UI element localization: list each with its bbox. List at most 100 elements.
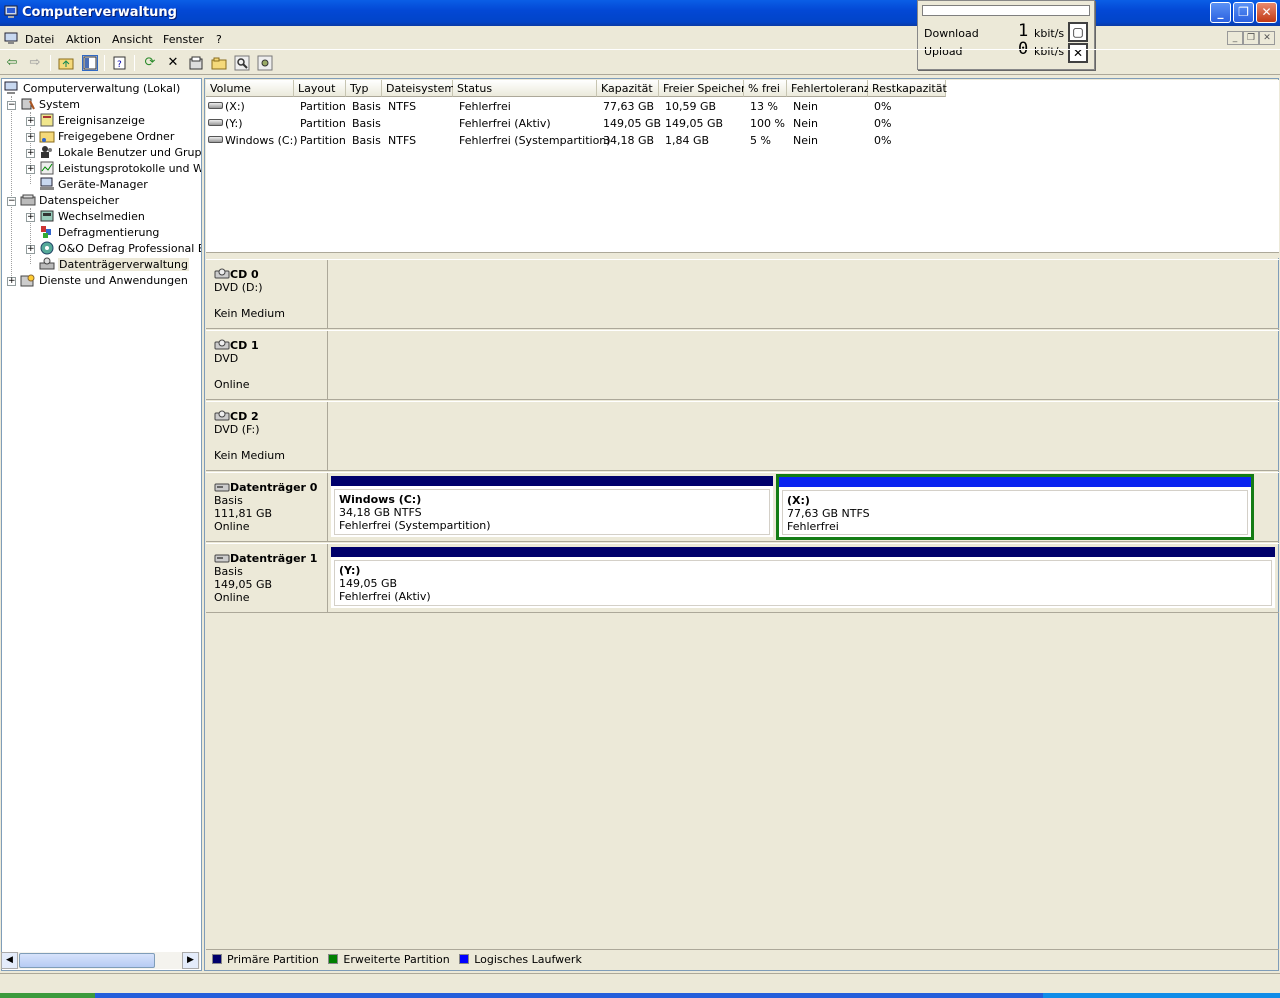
tree-root[interactable]: Computerverwaltung (Lokal)	[4, 81, 180, 97]
partition-block[interactable]: (Y:) 149,05 GB Fehlerfrei (Aktiv)	[331, 547, 1275, 608]
properties-icon[interactable]	[188, 55, 204, 71]
tree-item-system[interactable]: System	[20, 97, 80, 113]
disk-type: DVD (F:)	[214, 423, 260, 436]
tree-item-removable-storage[interactable]: Wechselmedien	[39, 209, 145, 225]
table-cell: 34,18 GB	[603, 134, 655, 147]
table-cell: 0%	[874, 134, 892, 147]
tree-item-event-viewer[interactable]: Ereignisanzeige	[39, 113, 145, 129]
disk-name: CD 0	[230, 268, 259, 281]
expand-toggle[interactable]: +	[26, 245, 35, 254]
disk-label[interactable]: Datenträger 0 Basis 111,81 GB Online	[206, 473, 328, 542]
table-cell: Fehlerfrei	[459, 100, 511, 113]
column-header-layout[interactable]: Layout	[294, 80, 346, 97]
disk-row[interactable]: Datenträger 1 Basis 149,05 GB Online (Y:) 149…	[206, 543, 1279, 613]
collapse-system-toggle[interactable]: −	[7, 101, 16, 110]
back-arrow-icon[interactable]: ⇦	[4, 55, 20, 71]
delete-icon[interactable]: ✕	[165, 55, 181, 71]
column-header-fault-tolerance[interactable]: Fehlertoleranz	[787, 80, 870, 97]
tree-item-label: Ereignisanzeige	[58, 114, 145, 127]
column-header-free-space[interactable]: Freier Speicher	[659, 80, 746, 97]
tree-item-device-manager[interactable]: Geräte-Manager	[39, 177, 148, 193]
expand-toggle[interactable]: +	[26, 133, 35, 142]
maximize-button[interactable]: ❐	[1233, 2, 1254, 23]
expand-toggle[interactable]: +	[26, 149, 35, 158]
menu-datei[interactable]: Datei	[25, 33, 54, 46]
tree-item-shared-folders[interactable]: Freigegebene Ordner	[39, 129, 174, 145]
table-row[interactable]: Windows (C:) Partition Basis NTFS Fehlerfrei…	[206, 132, 1279, 149]
partition-size: 77,63 GB NTFS	[787, 507, 870, 520]
menu-aktion[interactable]: Aktion	[66, 33, 101, 46]
show-hide-tree-icon[interactable]	[82, 55, 98, 71]
settings-icon[interactable]	[257, 55, 273, 71]
partition-block[interactable]: Windows (C:) 34,18 GB NTFS Fehlerfrei (Sys…	[331, 476, 773, 537]
pane-splitter[interactable]	[206, 252, 1279, 258]
mdi-close-button[interactable]: ✕	[1259, 31, 1275, 45]
disk-label[interactable]: CD 0 DVD (D:) Kein Medium	[206, 260, 328, 329]
shared-folder-icon	[39, 131, 55, 143]
column-header-capacity[interactable]: Kapazität	[597, 80, 659, 97]
disk-name: CD 2	[230, 410, 259, 423]
column-header-volume[interactable]: Volume	[206, 80, 294, 97]
disk-type: DVD (D:)	[214, 281, 263, 294]
tree-item-performance-logs[interactable]: Leistungsprotokolle und Warnungen	[39, 161, 201, 177]
tree-root-label: Computerverwaltung (Lokal)	[23, 82, 181, 95]
tree-item-label: Leistungsprotokolle und Warnungen	[58, 162, 201, 175]
partition-block[interactable]: (X:) 77,63 GB NTFS Fehlerfrei	[776, 474, 1254, 540]
column-header-filesystem[interactable]: Dateisystem	[382, 80, 455, 97]
properties-help-icon[interactable]: ?	[112, 55, 128, 71]
disk-label[interactable]: CD 2 DVD (F:) Kein Medium	[206, 402, 328, 471]
table-cell: Nein	[793, 134, 819, 147]
forward-arrow-icon[interactable]: ⇨	[27, 55, 43, 71]
table-cell: 13 %	[750, 100, 778, 113]
expand-toggle[interactable]: +	[7, 277, 16, 286]
table-cell: (X:)	[225, 100, 245, 113]
partition-details: (X:) 77,63 GB NTFS Fehlerfrei	[782, 490, 1248, 535]
tree-horizontal-scrollbar[interactable]: ◀ ▶	[1, 952, 200, 969]
search-icon[interactable]	[234, 55, 250, 71]
device-manager-icon	[40, 177, 54, 190]
tree-item-oo-defrag[interactable]: O&O Defrag Professional Edition	[39, 241, 201, 257]
tree-item-disk-management[interactable]: Datenträgerverwaltung	[39, 257, 189, 273]
menu-help[interactable]: ?	[216, 33, 222, 46]
volume-drive-icon	[208, 102, 223, 109]
tree-item-storage[interactable]: Datenspeicher	[20, 193, 119, 209]
disk-label[interactable]: CD 1 DVD Online	[206, 331, 328, 400]
menu-fenster[interactable]: Fenster	[163, 33, 204, 46]
start-button[interactable]	[0, 993, 95, 998]
menu-ansicht[interactable]: Ansicht	[112, 33, 153, 46]
open-folder-icon[interactable]	[211, 55, 227, 71]
disk-row[interactable]: CD 2 DVD (F:) Kein Medium	[206, 401, 1279, 471]
scroll-left-button[interactable]: ◀	[1, 952, 18, 969]
tree-item-local-users[interactable]: Lokale Benutzer und Gruppen	[39, 145, 201, 161]
up-folder-icon[interactable]	[58, 55, 74, 71]
scroll-right-button[interactable]: ▶	[182, 952, 199, 969]
expand-toggle[interactable]: +	[26, 213, 35, 222]
column-header-type[interactable]: Typ	[346, 80, 382, 97]
partition-status: Fehlerfrei	[787, 520, 839, 533]
scroll-thumb[interactable]	[19, 953, 155, 968]
removable-storage-icon	[40, 210, 54, 222]
close-button[interactable]: ✕	[1256, 2, 1277, 23]
table-row[interactable]: (Y:) Partition Basis Fehlerfrei (Aktiv) 149,…	[206, 115, 1279, 132]
table-row[interactable]: (X:) Partition Basis NTFS Fehlerfrei 77,63 GB…	[206, 98, 1279, 115]
mdi-minimize-button[interactable]: _	[1227, 31, 1243, 45]
expand-toggle[interactable]: +	[26, 165, 35, 174]
partition-details: (Y:) 149,05 GB Fehlerfrei (Aktiv)	[334, 560, 1272, 606]
disk-label[interactable]: Datenträger 1 Basis 149,05 GB Online	[206, 544, 328, 613]
refresh-icon[interactable]: ⟳	[142, 55, 158, 71]
disk-row[interactable]: CD 1 DVD Online	[206, 330, 1279, 400]
tree-item-services[interactable]: Dienste und Anwendungen	[20, 273, 188, 289]
disk-row[interactable]: CD 0 DVD (D:) Kein Medium	[206, 259, 1279, 329]
console-tree: Computerverwaltung (Lokal) − System + Er…	[1, 78, 202, 971]
column-header-overhead[interactable]: Restkapazität	[868, 80, 947, 97]
mdi-restore-button[interactable]: ❐	[1243, 31, 1259, 45]
table-cell: 149,05 GB	[665, 117, 724, 130]
disk-row[interactable]: Datenträger 0 Basis 111,81 GB Online Windows…	[206, 472, 1279, 542]
collapse-storage-toggle[interactable]: −	[7, 197, 16, 206]
column-header-status[interactable]: Status	[453, 80, 597, 97]
partition-type-bar	[779, 477, 1251, 487]
column-header-percent-free[interactable]: % frei	[744, 80, 787, 97]
tree-item-defragmentation[interactable]: Defragmentierung	[39, 225, 159, 241]
minimize-button[interactable]: _	[1210, 2, 1231, 23]
expand-toggle[interactable]: +	[26, 117, 35, 126]
